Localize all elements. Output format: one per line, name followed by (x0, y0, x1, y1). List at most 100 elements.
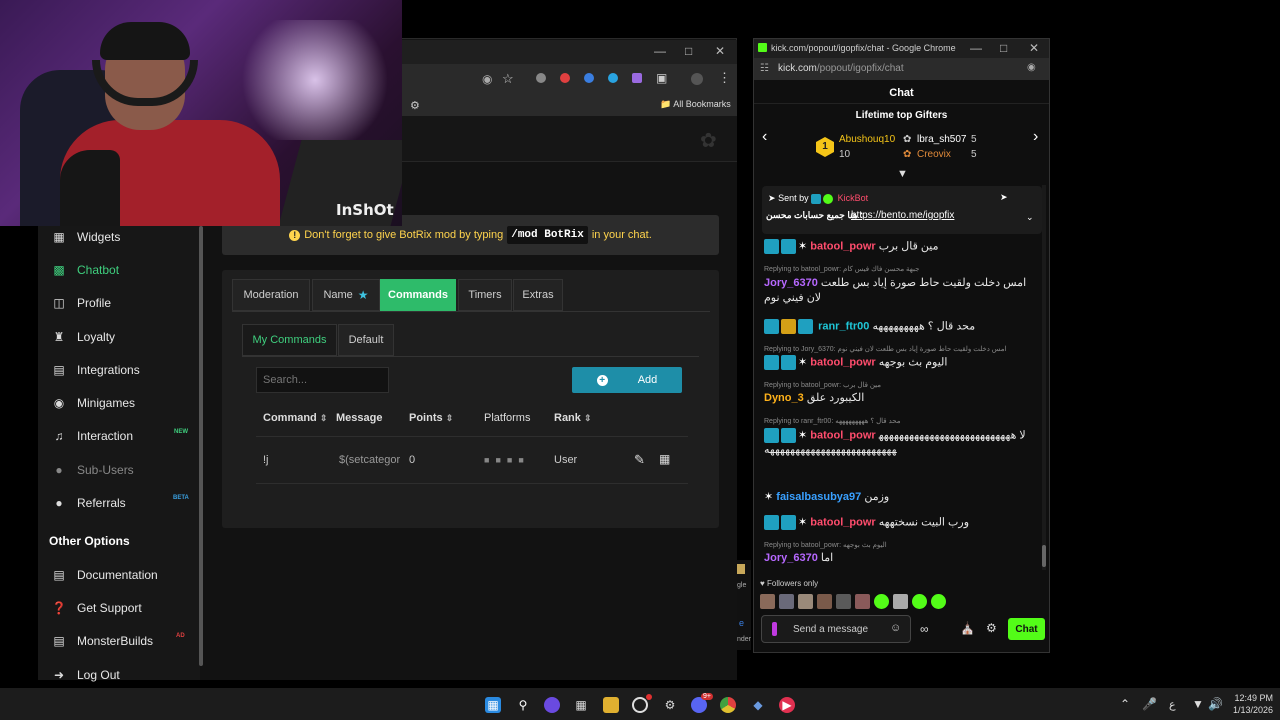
globe-icon[interactable]: ⚙ (410, 99, 420, 112)
folder-icon[interactable] (603, 697, 619, 713)
minimize-icon[interactable]: — (970, 41, 982, 55)
reply-reference[interactable]: Replying to ranr_ftr00: محد قال ؟ هههههه… (764, 417, 901, 425)
sidebar-item-get-support[interactable]: ❓ Get Support (52, 598, 142, 618)
wifi-icon[interactable]: ▼ (1192, 697, 1204, 711)
minimize-icon[interactable]: — (654, 44, 666, 58)
chat-username[interactable]: faisalbasubya97 (776, 491, 861, 503)
tab-moderation[interactable]: Moderation (232, 279, 310, 311)
header-points[interactable]: Points ⇕ (409, 412, 453, 424)
emote-icon[interactable] (836, 594, 851, 609)
sidebar-item-integrations[interactable]: ▤ Integrations (52, 360, 139, 380)
chevron-down-icon[interactable]: ⌄ (1026, 212, 1034, 223)
eye-off-icon[interactable]: ◉ (1027, 62, 1036, 73)
menu-icon[interactable]: ⋮ (718, 70, 731, 86)
media-player-icon[interactable]: ▶ (779, 697, 795, 713)
filter-icon[interactable]: ▼ (897, 168, 908, 180)
add-command-button[interactable]: + Add (572, 367, 682, 393)
chat-addressbar[interactable]: ☷ kick.com/popout/igopfix/chat ◉ (754, 58, 1049, 80)
emote-icon[interactable] (779, 594, 794, 609)
chrome-icon[interactable] (720, 697, 736, 713)
gear-icon[interactable]: ⚙ (986, 621, 997, 635)
chat-username[interactable]: batool_powr (810, 356, 875, 368)
chat-username[interactable]: Jory_6370 (764, 552, 818, 564)
emote-icon[interactable] (874, 594, 889, 609)
chat-username[interactable]: batool_powr (810, 429, 875, 441)
extension-icon[interactable] (632, 73, 642, 83)
chevron-right-icon[interactable]: › (1033, 128, 1038, 146)
emote-icon[interactable] (760, 594, 775, 609)
tab-default[interactable]: Default (338, 324, 394, 356)
windows-start-icon[interactable]: ▦ (485, 697, 501, 713)
copilot-icon[interactable] (544, 697, 560, 713)
edit-icon[interactable]: ✎ (634, 452, 645, 468)
search-input[interactable] (256, 367, 389, 393)
chevron-up-icon[interactable]: ⌃ (1120, 697, 1130, 711)
sidebar-item-log-out[interactable]: ➜ Log Out (52, 665, 120, 685)
extension-icon[interactable] (536, 73, 546, 83)
extension-icon[interactable] (584, 73, 594, 83)
emote-icon[interactable] (798, 594, 813, 609)
header-rank[interactable]: Rank ⇕ (554, 412, 592, 424)
sidebar-item-documentation[interactable]: ▤ Documentation (52, 565, 157, 585)
tab-name[interactable]: Name ★ (312, 279, 380, 311)
sidebar-item-loyalty[interactable]: ♜ Loyalty (52, 327, 115, 347)
site-info-icon[interactable]: ☷ (760, 63, 769, 74)
gifter-name[interactable]: Abushouq10 (839, 134, 895, 145)
chat-username[interactable]: Jory_6370 (764, 277, 818, 289)
emote-icon[interactable] (893, 594, 908, 609)
volume-icon[interactable]: 🔊 (1208, 697, 1223, 711)
sidebar-item-widgets[interactable]: ▦ Widgets (52, 227, 120, 247)
close-icon[interactable]: ✕ (1029, 41, 1039, 55)
chat-username[interactable]: batool_powr (810, 240, 875, 252)
store-icon[interactable]: ⛪ (960, 621, 975, 635)
gifter-name[interactable]: Creovix (917, 149, 951, 160)
sidebar-item-interaction[interactable]: ♫ Interaction (52, 426, 134, 446)
chat-input[interactable]: Send a message ☺ (761, 615, 911, 643)
sidebar-item-profile[interactable]: ◫ Profile (52, 293, 111, 313)
gifter-name[interactable]: lbra_sh507 (917, 134, 966, 145)
sidebar-item-referrals[interactable]: ● Referrals (52, 493, 125, 513)
obs-icon[interactable] (632, 697, 648, 713)
tab-extras[interactable]: Extras (513, 279, 563, 311)
sidebar-item-monsterbuilds[interactable]: ▤ MonsterBuilds (52, 631, 153, 651)
search-icon[interactable]: ⚲ (515, 697, 531, 713)
store-icon[interactable]: ▦ (573, 697, 589, 713)
pinned-link[interactable]: https://bento.me/igopfix (851, 210, 954, 221)
chevron-left-icon[interactable]: ‹ (762, 128, 767, 146)
sidebar-item-sub-users[interactable]: ● Sub-Users (52, 460, 133, 480)
send-chat-button[interactable]: Chat (1008, 618, 1045, 640)
tab-commands[interactable]: Commands (380, 279, 456, 311)
maximize-icon[interactable]: □ (685, 44, 692, 58)
emote-icon[interactable] (912, 594, 927, 609)
all-bookmarks[interactable]: 📁 All Bookmarks (660, 99, 731, 110)
extension-icon[interactable] (608, 73, 618, 83)
language-indicator[interactable]: ع (1169, 698, 1176, 711)
extension-icon[interactable] (560, 73, 570, 83)
emote-icon[interactable] (817, 594, 832, 609)
header-command[interactable]: Command ⇕ (263, 412, 327, 424)
clock[interactable]: 12:49 PM 1/13/2026 (1223, 692, 1273, 716)
reply-reference[interactable]: Replying to batool_powr: مين قال برب (764, 381, 881, 389)
sidebar-item-chatbot[interactable]: ▩ Chatbot (52, 260, 119, 280)
chat-username[interactable]: batool_powr (810, 516, 875, 528)
emote-icon[interactable] (855, 594, 870, 609)
reply-reference[interactable]: Replying to Jory_6370: امس دخلت ولقيت حا… (764, 345, 1006, 353)
emote-icon[interactable] (931, 594, 946, 609)
infinity-icon[interactable]: ∞ (920, 622, 929, 636)
chat-username[interactable]: Dyno_3 (764, 392, 804, 404)
chat-username[interactable]: ranr_ftr00 (818, 320, 869, 332)
eye-off-icon[interactable]: ◉ (482, 72, 492, 86)
profile-avatar[interactable] (691, 73, 703, 85)
sidebar-scrollbar[interactable] (199, 226, 203, 666)
star-icon[interactable]: ☆ (502, 71, 514, 87)
puzzle-icon[interactable]: ▣ (656, 71, 667, 85)
close-icon[interactable]: ✕ (715, 44, 725, 58)
pin-icon[interactable]: ➤ (1000, 192, 1008, 203)
emoji-icon[interactable]: ☺ (890, 622, 901, 634)
chat-scrollbar[interactable] (1042, 185, 1046, 570)
tab-my-commands[interactable]: My Commands (242, 324, 337, 356)
trash-icon[interactable]: ▦ (659, 452, 670, 466)
steam-icon[interactable]: ⚙ (662, 697, 678, 713)
app-icon[interactable]: ◆ (750, 697, 766, 713)
tab-timers[interactable]: Timers (458, 279, 512, 311)
